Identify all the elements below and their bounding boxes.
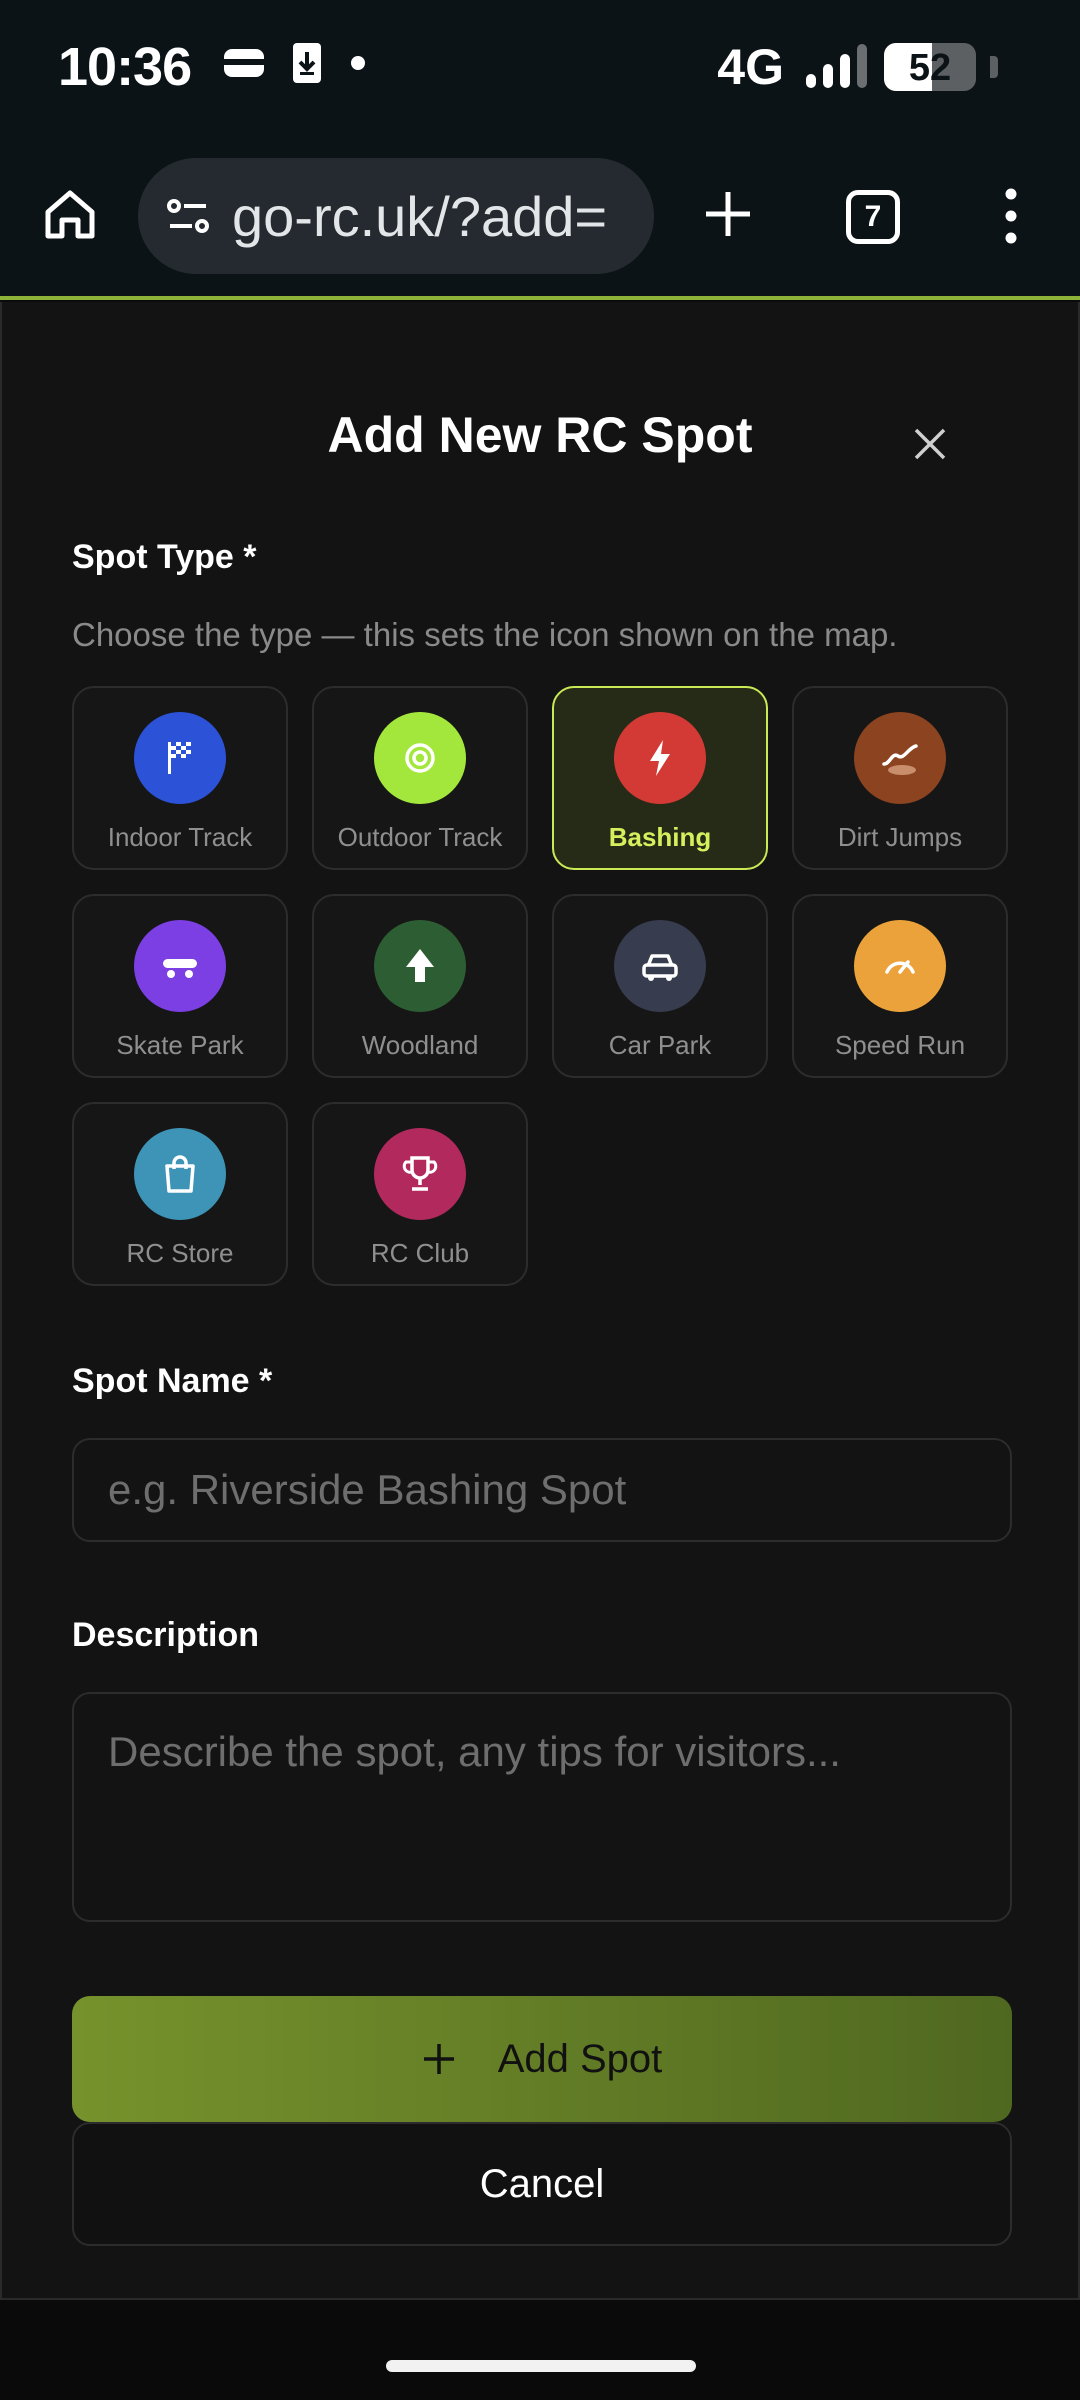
add-spot-modal: Add New RC Spot Spot Type * Choose the t… [0, 302, 1080, 2300]
spot-type-dirt-jumps[interactable]: Dirt Jumps [792, 686, 1008, 870]
tabs-icon[interactable]: 7 [846, 190, 900, 244]
spot-type-hint: Choose the type — this sets the icon sho… [72, 616, 898, 653]
spot-type-label: Woodland [361, 1030, 479, 1060]
battery-percent: 52 [908, 47, 952, 89]
spot-type-bashing[interactable]: Bashing [552, 686, 768, 870]
shopping-bag-icon [134, 1128, 226, 1220]
description-label: Description [72, 1616, 260, 1654]
notification-icons [222, 40, 368, 86]
battery-tip [990, 56, 998, 78]
plus-icon [423, 2044, 454, 2074]
skateboard-icon [134, 920, 226, 1012]
spot-type-label: RC Club [370, 1238, 470, 1268]
spot-type-label: Skate Park [116, 1030, 244, 1060]
trophy-icon [374, 1128, 466, 1220]
network-type: 4G [717, 39, 784, 95]
spot-type-woodland[interactable]: Woodland [312, 894, 528, 1078]
checkered-flag-icon [134, 712, 226, 804]
home-icon[interactable] [40, 184, 100, 244]
wallet-icon [224, 49, 264, 77]
url-text[interactable]: go-rc.uk/?add= [232, 184, 607, 249]
spot-name-input[interactable] [72, 1438, 1012, 1542]
tab-count: 7 [864, 200, 882, 233]
spot-type-label: Spot Type * [72, 538, 257, 576]
car-icon [614, 920, 706, 1012]
tree-icon [374, 920, 466, 1012]
battery-icon: 52 [884, 43, 976, 91]
spot-type-speed-run[interactable]: Speed Run [792, 894, 1008, 1078]
spot-type-label: Bashing [608, 822, 712, 852]
system-nav-bar [0, 2300, 1080, 2400]
spot-type-label: Outdoor Track [337, 822, 503, 852]
lightning-icon [614, 712, 706, 804]
cancel-label: Cancel [479, 2161, 605, 2206]
spot-type-label: Indoor Track [107, 822, 253, 852]
spot-type-rc-store[interactable]: RC Store [72, 1102, 288, 1286]
add-spot-button[interactable]: Add Spot [72, 1996, 1012, 2122]
status-bar: 10:36 4G 52 [0, 0, 1080, 140]
spot-name-label: Spot Name * [72, 1362, 273, 1400]
target-icon [374, 712, 466, 804]
browser-toolbar: go-rc.uk/?add= 7 [0, 140, 1080, 296]
clock: 10:36 [58, 37, 192, 97]
spot-type-label: RC Store [126, 1238, 234, 1268]
spot-type-indoor-track[interactable]: Indoor Track [72, 686, 288, 870]
new-tab-icon[interactable] [698, 184, 758, 244]
toolbar-accent-line [0, 296, 1080, 300]
cancel-button[interactable]: Cancel [72, 2122, 1012, 2246]
spot-type-skate-park[interactable]: Skate Park [72, 894, 288, 1078]
speedometer-icon [854, 920, 946, 1012]
spot-type-outdoor-track[interactable]: Outdoor Track [312, 686, 528, 870]
spot-type-label: Speed Run [834, 1030, 966, 1060]
spot-type-label: Dirt Jumps [837, 822, 963, 852]
address-bar[interactable]: go-rc.uk/?add= [138, 158, 654, 274]
close-button[interactable] [898, 412, 962, 476]
close-icon [914, 428, 946, 460]
tune-icon[interactable] [164, 192, 212, 240]
signal-icon [806, 44, 867, 88]
download-icon [293, 43, 321, 83]
jump-ramp-icon [854, 712, 946, 804]
dot-icon [351, 56, 365, 70]
spot-type-grid: Indoor Track Outdoor Track Bashing Dirt Jum… [72, 686, 1012, 1286]
spot-type-rc-club[interactable]: RC Club [312, 1102, 528, 1286]
home-indicator[interactable] [386, 2360, 696, 2372]
description-input[interactable] [72, 1692, 1012, 1922]
spot-type-car-park[interactable]: Car Park [552, 894, 768, 1078]
more-icon[interactable] [996, 186, 1026, 246]
spot-type-label: Car Park [608, 1030, 712, 1060]
add-spot-label: Add Spot [497, 2036, 663, 2081]
